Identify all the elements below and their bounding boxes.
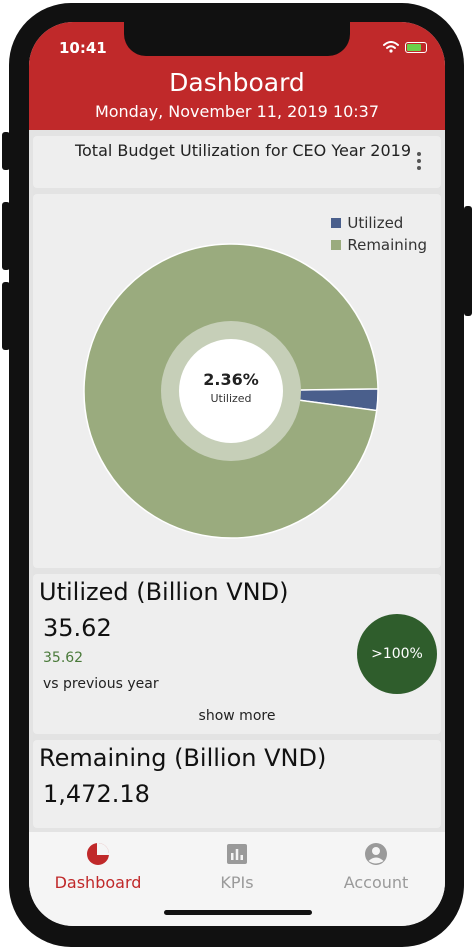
utilized-value: 35.62 <box>43 614 112 642</box>
status-icons <box>383 41 427 53</box>
comparison-label: vs previous year <box>43 676 159 692</box>
tab-kpis[interactable]: KPIs <box>168 832 306 902</box>
battery-icon <box>405 41 427 53</box>
tab-kpis-label: KPIs <box>220 873 254 892</box>
dashboard-pie-icon <box>87 842 110 865</box>
utilized-previous-value: 35.62 <box>43 650 84 666</box>
legend-label-utilized: Utilized <box>347 214 404 232</box>
volume-down-button <box>2 282 10 350</box>
device-notch <box>124 22 350 56</box>
show-more-button[interactable]: show more <box>33 708 441 724</box>
tab-dashboard-label: Dashboard <box>54 873 142 892</box>
utilized-heading: Utilized (Billion VND) <box>39 578 289 606</box>
remaining-card: Remaining (Billion VND) 1,472.18 <box>33 740 441 828</box>
bar-chart-icon <box>227 844 247 864</box>
account-circle-icon <box>365 843 387 865</box>
remaining-value: 1,472.18 <box>43 780 150 808</box>
donut-hole <box>179 339 283 443</box>
wifi-icon <box>383 41 399 53</box>
page-title: Dashboard <box>169 68 305 97</box>
donut-center-label: Utilized <box>210 392 252 405</box>
legend-item-utilized: Utilized <box>331 212 427 234</box>
tab-account-label: Account <box>343 873 409 892</box>
app-screen: 10:41 Dashboard Monday, November 11, 201… <box>29 22 445 926</box>
volume-up-button <box>2 202 10 270</box>
mute-switch <box>2 132 10 170</box>
utilization-chart-card: Utilized Remaining 2.36% Utilized <box>33 194 441 568</box>
legend-item-remaining: Remaining <box>331 234 427 256</box>
chart-legend: Utilized Remaining <box>331 212 427 256</box>
budget-title-card: Total Budget Utilization for CEO Year 20… <box>33 136 441 188</box>
power-button <box>464 206 472 316</box>
tab-dashboard[interactable]: Dashboard <box>29 832 167 902</box>
donut-center-value: 2.36% <box>203 370 259 389</box>
legend-swatch-utilized <box>331 218 342 228</box>
growth-badge: >100% <box>357 614 437 694</box>
kebab-menu-icon[interactable] <box>417 152 421 170</box>
home-indicator <box>164 910 312 915</box>
budget-title: Total Budget Utilization for CEO Year 20… <box>74 141 412 160</box>
remaining-heading: Remaining (Billion VND) <box>39 744 327 772</box>
legend-label-remaining: Remaining <box>347 236 427 254</box>
utilized-card: Utilized (Billion VND) 35.62 35.62 vs pr… <box>33 574 441 734</box>
status-time: 10:41 <box>59 39 107 57</box>
tab-account[interactable]: Account <box>307 832 445 902</box>
legend-swatch-remaining <box>331 240 342 250</box>
page-subtitle-datetime: Monday, November 11, 2019 10:37 <box>94 102 380 121</box>
